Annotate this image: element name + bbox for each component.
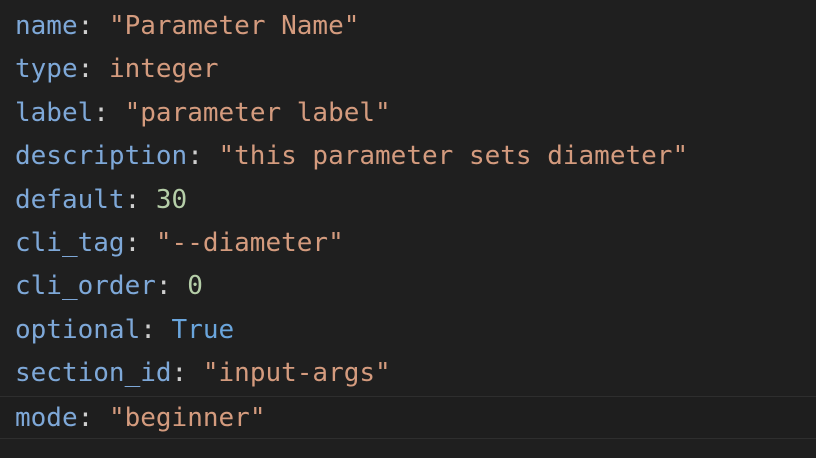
code-line-default[interactable]: default: 30 — [0, 179, 816, 222]
yaml-colon: : — [77, 54, 94, 85]
yaml-key: description — [15, 141, 188, 172]
code-line-description[interactable]: description: "this parameter sets diamet… — [0, 135, 816, 178]
code-line-label[interactable]: label: "parameter label" — [0, 92, 816, 135]
yaml-key: optional — [15, 314, 141, 345]
code-editor[interactable]: name: "Parameter Name" type: integer lab… — [0, 0, 816, 458]
yaml-colon: : — [124, 184, 141, 215]
yaml-colon: : — [187, 141, 203, 172]
yaml-value: integer — [108, 54, 219, 85]
yaml-key: section_id — [15, 358, 172, 389]
yaml-key: cli_tag — [15, 227, 125, 258]
code-line-cli-tag[interactable]: cli_tag: "--diameter" — [0, 222, 816, 265]
yaml-colon: : — [155, 271, 172, 302]
yaml-value: "input-args" — [202, 358, 391, 389]
code-line-name[interactable]: name: "Parameter Name" — [0, 5, 816, 48]
yaml-key: type — [15, 54, 78, 85]
code-line-type[interactable]: type: integer — [0, 48, 816, 91]
yaml-value: True — [171, 314, 235, 345]
yaml-colon: : — [171, 358, 188, 389]
yaml-value: "parameter label" — [124, 97, 391, 128]
yaml-value: "this parameter sets diameter" — [218, 141, 689, 172]
yaml-colon: : — [124, 227, 141, 258]
yaml-key: default — [15, 184, 125, 215]
yaml-key: cli_order — [15, 271, 156, 302]
yaml-key: mode — [15, 402, 78, 433]
yaml-value: 30 — [155, 184, 188, 215]
yaml-colon: : — [140, 314, 156, 345]
code-line-optional[interactable]: optional: True — [0, 309, 816, 352]
yaml-value: "Parameter Name" — [108, 11, 360, 41]
code-line-section-id[interactable]: section_id: "input-args" — [0, 352, 816, 395]
code-line-mode[interactable]: mode: "beginner" — [0, 395, 816, 439]
code-line-cli-order[interactable]: cli_order: 0 — [0, 265, 816, 308]
yaml-colon: : — [77, 402, 94, 433]
yaml-value: "beginner" — [108, 402, 266, 433]
yaml-value: 0 — [187, 271, 203, 302]
yaml-key: label — [15, 97, 94, 128]
yaml-value: "--diameter" — [155, 227, 344, 258]
yaml-colon: : — [77, 11, 94, 41]
yaml-key: name — [15, 11, 78, 41]
yaml-colon: : — [93, 97, 109, 128]
